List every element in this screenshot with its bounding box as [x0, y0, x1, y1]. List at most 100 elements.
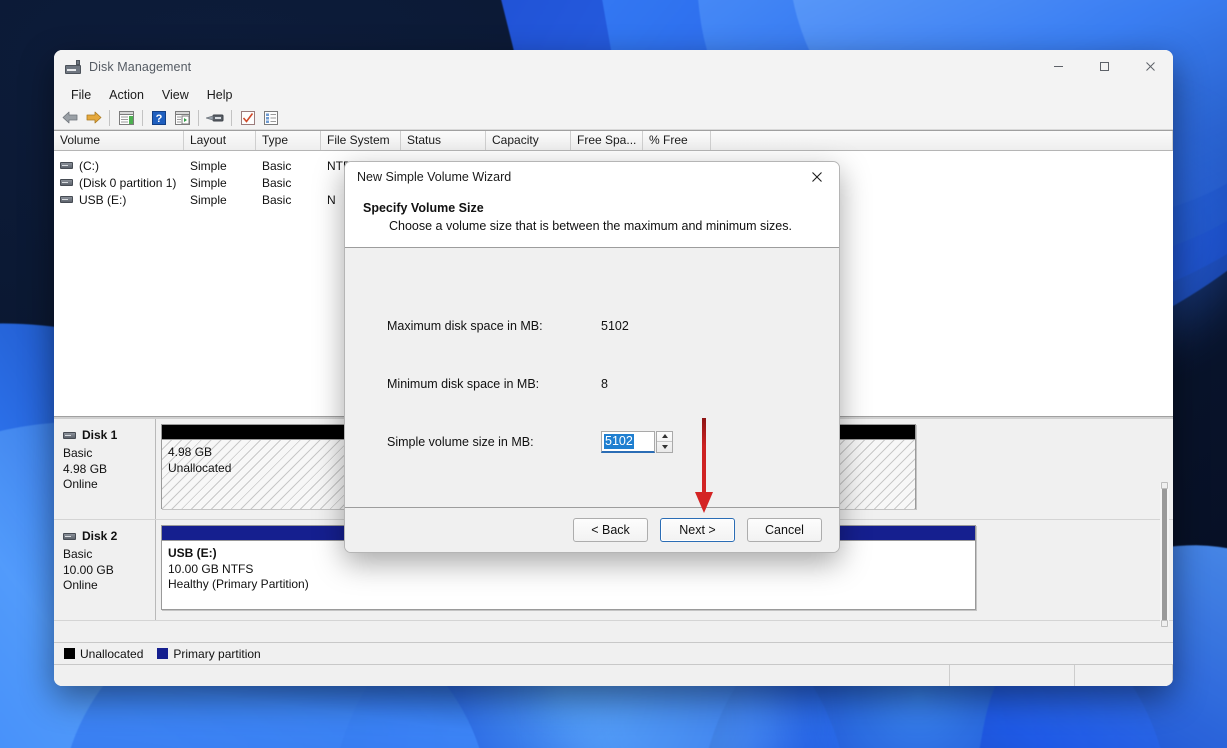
disk-size: 4.98 GB [63, 461, 108, 476]
cell-type: Basic [262, 158, 292, 173]
partition-status: Healthy (Primary Partition) [168, 577, 309, 591]
disk-info-disk-2[interactable]: Disk 2 Basic 10.00 GB Online [54, 520, 156, 620]
partition-size: 10.00 GB NTFS [168, 561, 254, 576]
toolbar: ? [54, 106, 1173, 130]
svg-text:?: ? [156, 113, 163, 125]
maximize-icon[interactable] [1081, 50, 1127, 83]
show-hide-console-tree-icon[interactable] [115, 108, 137, 128]
drive-icon [60, 196, 73, 203]
wizard-header: Specify Volume Size Choose a volume size… [345, 191, 839, 248]
label-minimum-disk-space: Minimum disk space in MB: [387, 376, 540, 391]
drive-icon [60, 179, 73, 186]
disk-state: Online [63, 477, 98, 491]
cell-volume: (Disk 0 partition 1) [79, 175, 177, 190]
cell-volume: USB (E:) [79, 192, 127, 207]
legend-swatch-primary [157, 648, 169, 659]
legend-item-primary-partition: Primary partition [157, 646, 261, 661]
forward-icon[interactable] [82, 108, 104, 128]
column-header-capacity[interactable]: Capacity [486, 131, 571, 150]
drive-icon [60, 162, 73, 169]
minimize-icon[interactable] [1035, 50, 1081, 83]
spinner-up-icon[interactable] [657, 432, 672, 442]
disk-state: Online [63, 578, 98, 592]
new-simple-volume-wizard-dialog: New Simple Volume Wizard Specify Volume … [344, 161, 840, 553]
legend-swatch-unallocated [64, 648, 75, 659]
wizard-subheading: Choose a volume size that is between the… [389, 219, 792, 233]
wizard-title: New Simple Volume Wizard [357, 169, 512, 184]
list-view-icon[interactable] [260, 108, 282, 128]
scrollbar-thumb[interactable] [1162, 483, 1167, 626]
cell-volume: (C:) [79, 158, 99, 173]
vertical-scrollbar[interactable] [1160, 482, 1169, 627]
cell-layout: Simple [190, 175, 227, 190]
menu-item-view[interactable]: View [153, 85, 198, 105]
back-button[interactable]: < Back [573, 518, 648, 542]
label-simple-volume-size: Simple volume size in MB: [387, 434, 534, 449]
menu-bar: File Action View Help [54, 83, 1173, 106]
wizard-titlebar[interactable]: New Simple Volume Wizard [345, 162, 839, 191]
column-header-filler [711, 131, 1173, 150]
properties-icon[interactable] [237, 108, 259, 128]
disk-name: Disk 2 [82, 529, 118, 543]
wizard-heading: Specify Volume Size [363, 201, 484, 215]
status-pane-two [950, 665, 1075, 686]
column-header-volume[interactable]: Volume [54, 131, 184, 150]
column-header-status[interactable]: Status [401, 131, 486, 150]
window-title: Disk Management [89, 59, 192, 74]
cell-layout: Simple [190, 192, 227, 207]
show-action-pane-icon[interactable] [171, 108, 193, 128]
legend-label-unallocated: Unallocated [80, 646, 144, 661]
toolbar-separator [198, 109, 199, 126]
disk-icon [63, 431, 76, 439]
disk-icon [63, 532, 76, 540]
field-maximum-disk-space: Maximum disk space in MB: 5102 [387, 311, 839, 340]
help-icon[interactable]: ? [148, 108, 170, 128]
close-icon[interactable] [795, 162, 839, 191]
cell-type: Basic [262, 175, 292, 190]
volume-size-input[interactable]: 5102 [601, 430, 655, 453]
status-pane-main [54, 665, 950, 686]
status-bar [54, 664, 1173, 686]
menu-item-help[interactable]: Help [198, 85, 242, 105]
disk-management-icon [65, 59, 81, 74]
wizard-body: Maximum disk space in MB: 5102 Minimum d… [345, 248, 839, 507]
column-header-file-system[interactable]: File System [321, 131, 401, 150]
menu-item-file[interactable]: File [62, 85, 100, 105]
toolbar-separator [109, 109, 110, 126]
label-maximum-disk-space: Maximum disk space in MB: [387, 318, 543, 333]
status-pane-three [1075, 665, 1173, 686]
value-maximum-disk-space: 5102 [601, 318, 629, 333]
stepper-buttons[interactable] [656, 430, 673, 453]
legend-item-unallocated: Unallocated [64, 647, 143, 661]
back-icon[interactable] [59, 108, 81, 128]
volume-list-header: Volume Layout Type File System Status Ca… [54, 131, 1173, 151]
rescan-disks-icon[interactable] [204, 108, 226, 128]
volume-size-stepper[interactable]: 5102 [601, 430, 673, 453]
scroll-down-icon[interactable] [1161, 620, 1168, 627]
spinner-down-icon[interactable] [657, 442, 672, 452]
cell-layout: Simple [190, 158, 227, 173]
window-controls [1035, 50, 1173, 83]
value-minimum-disk-space: 8 [601, 376, 608, 391]
volume-size-value: 5102 [604, 433, 634, 449]
toolbar-separator [231, 109, 232, 126]
scroll-up-icon[interactable] [1161, 482, 1168, 489]
column-header-layout[interactable]: Layout [184, 131, 256, 150]
column-header-free-space[interactable]: Free Spa... [571, 131, 643, 150]
legend-label-primary-partition: Primary partition [173, 646, 261, 661]
menu-item-action[interactable]: Action [100, 85, 153, 105]
cancel-button[interactable]: Cancel [747, 518, 822, 542]
column-header-type[interactable]: Type [256, 131, 321, 150]
disk-type: Basic [63, 446, 93, 460]
next-button[interactable]: Next > [660, 518, 735, 542]
toolbar-separator [142, 109, 143, 126]
disk-info-disk-1[interactable]: Disk 1 Basic 4.98 GB Online [54, 419, 156, 519]
close-icon[interactable] [1127, 50, 1173, 83]
field-minimum-disk-space: Minimum disk space in MB: 8 [387, 369, 839, 398]
field-simple-volume-size: Simple volume size in MB: 5102 [387, 427, 839, 456]
window-titlebar[interactable]: Disk Management [54, 50, 1173, 83]
column-header-percent-free[interactable]: % Free [643, 131, 711, 150]
cell-type: Basic [262, 192, 292, 207]
wizard-footer: < Back Next > Cancel [345, 507, 839, 552]
disk-size: 10.00 GB [63, 562, 114, 577]
